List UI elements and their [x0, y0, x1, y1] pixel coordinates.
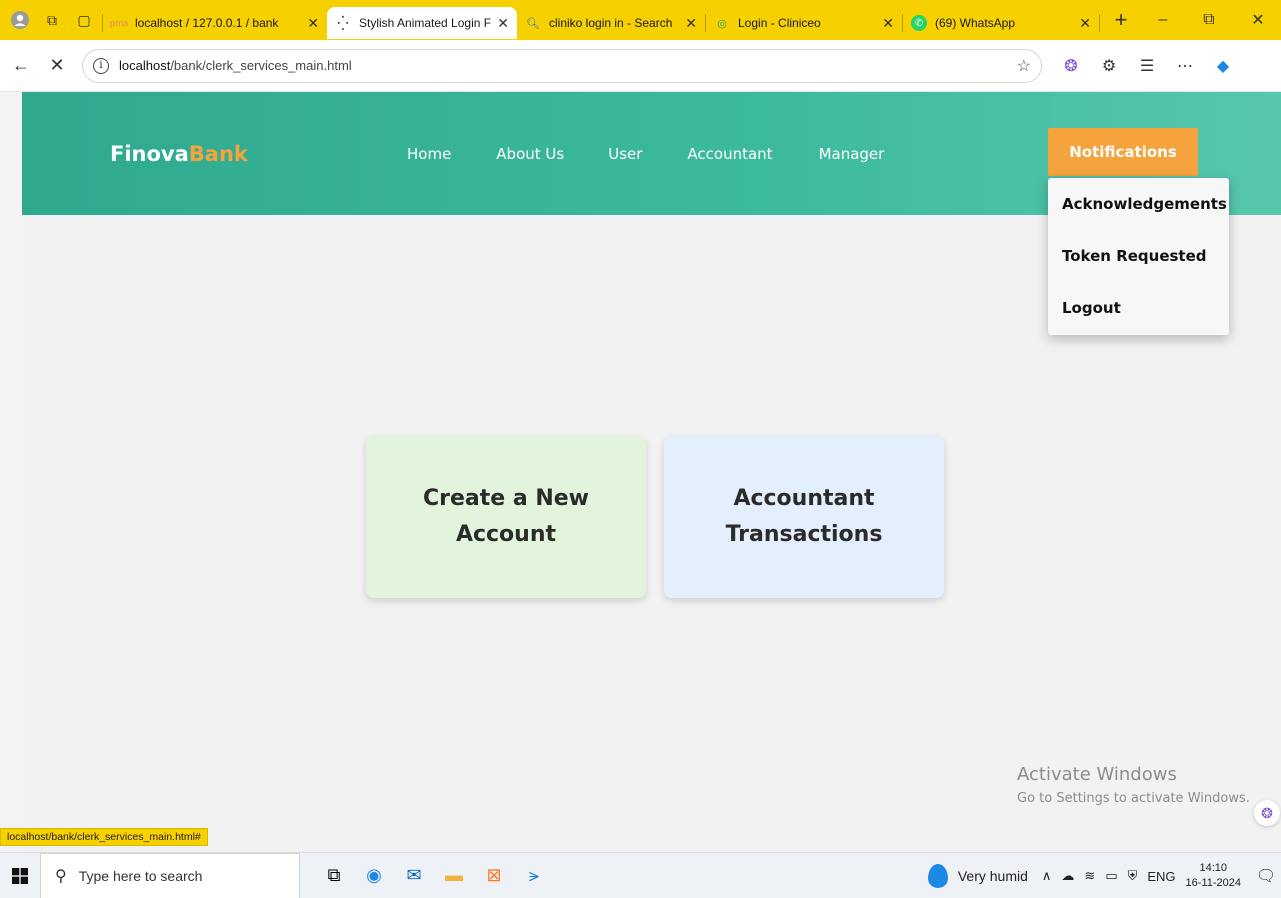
copilot-sidebar-icon[interactable]: ❂ — [1254, 800, 1280, 826]
security-icon[interactable]: ⛨ — [1128, 868, 1138, 884]
workspaces-icon[interactable]: ⧉ — [42, 10, 62, 30]
notifications-dropdown: Acknowledgements Token Requested Logout — [1048, 178, 1229, 335]
copilot-icon[interactable]: ◆ — [1208, 51, 1238, 81]
tab-actions-icon[interactable]: ▢ — [74, 10, 94, 30]
main-nav: Home About Us User Accountant Manager — [407, 145, 917, 163]
display-icon[interactable]: ▭ — [1105, 868, 1117, 884]
activate-windows-watermark: Activate Windows Go to Settings to activ… — [1017, 764, 1250, 806]
tab-phpmyadmin[interactable]: pma localhost / 127.0.0.1 / bank ✕ — [103, 7, 327, 39]
search-placeholder: Type here to search — [78, 867, 203, 884]
site-info-icon[interactable]: i — [93, 57, 109, 74]
nav-accountant[interactable]: Accountant — [687, 145, 772, 163]
clock-date: 16-11-2024 — [1185, 877, 1241, 889]
phpmyadmin-icon: pma — [109, 18, 129, 28]
xampp-icon[interactable]: ⊠ — [474, 853, 514, 898]
notification-center-icon[interactable]: 🗨︎ — [1251, 866, 1281, 886]
menu-item-logout[interactable]: Logout — [1048, 282, 1229, 334]
profile-icon[interactable] — [10, 10, 30, 30]
clock-time: 14:10 — [1199, 862, 1228, 874]
whatsapp-icon: ✆ — [911, 15, 927, 31]
accountant-transactions-label: Accountant Transactions — [725, 486, 883, 547]
minimize-button[interactable]: – — [1140, 0, 1186, 40]
back-button[interactable]: ← — [6, 51, 36, 81]
file-explorer-icon[interactable]: ▬ — [434, 853, 474, 898]
search-icon: 🔍︎ — [526, 17, 540, 30]
close-tab-icon[interactable]: ✕ — [307, 15, 319, 32]
mail-icon[interactable]: ✉ — [394, 853, 434, 898]
url-path: /bank/clerk_services_main.html — [170, 58, 352, 73]
loading-icon: ⁛ — [337, 14, 349, 31]
close-tab-icon[interactable]: ✕ — [1079, 15, 1091, 32]
search-icon: ⚲ — [55, 867, 67, 885]
close-tab-icon[interactable]: ✕ — [685, 15, 697, 32]
favorite-star-icon[interactable]: ☆ — [1017, 56, 1031, 76]
tab-cliniceo[interactable]: ◎ Login - Cliniceo ✕ — [706, 7, 902, 39]
stop-loading-button[interactable]: ✕ — [42, 51, 72, 81]
url-host: localhost — [119, 58, 171, 73]
system-tray: Very humid ∧ ☁︎ ≋ ▭ ⛨ ENG 14:10 16-11-20… — [927, 853, 1281, 898]
windows-start-icon[interactable] — [0, 853, 40, 898]
restore-button[interactable]: ⧉ — [1186, 0, 1232, 40]
tab-stylish-login[interactable]: ⁛ Stylish Animated Login For ✕ — [327, 7, 517, 39]
web-page: FinovaBank Home About Us User Accountant… — [22, 92, 1281, 852]
clock[interactable]: 14:10 16-11-2024 — [1186, 861, 1241, 891]
browser-tab-bar: ⧉ ▢ pma localhost / 127.0.0.1 / bank ✕ ⁛… — [0, 0, 1281, 40]
menu-item-acknowledgements[interactable]: Acknowledgements — [1048, 178, 1229, 230]
watermark-title: Activate Windows — [1017, 764, 1177, 785]
more-menu-icon[interactable]: ⋯ — [1170, 51, 1200, 81]
edge-browser-icon[interactable]: ◉ — [354, 853, 394, 898]
tab-title: localhost / 127.0.0.1 / bank — [135, 16, 279, 30]
cliniceo-icon: ◎ — [717, 17, 727, 30]
watermark-subtitle: Go to Settings to activate Windows. — [1017, 791, 1250, 806]
chevron-up-icon[interactable]: ∧ — [1042, 868, 1052, 884]
weather-widget[interactable]: Very humid — [927, 864, 1028, 888]
language-indicator[interactable]: ENG — [1147, 869, 1175, 884]
extensions-icon[interactable]: ⚙︎ — [1094, 51, 1124, 81]
task-view-icon[interactable]: ⧉ — [314, 853, 354, 898]
address-bar[interactable]: i localhost/bank/clerk_services_main.htm… — [82, 48, 1042, 83]
tab-whatsapp[interactable]: ✆ (69) WhatsApp ✕ — [903, 7, 1099, 39]
wifi-icon[interactable]: ≋ — [1084, 868, 1095, 884]
tab-divider — [1099, 14, 1100, 32]
close-window-button[interactable]: ✕ — [1235, 0, 1281, 40]
network-icon[interactable]: ☁︎ — [1061, 868, 1074, 884]
windows-taskbar: ⚲ Type here to search ⧉ ◉ ✉ ▬ ⊠ ⪫ Very h… — [0, 852, 1281, 898]
copilot-extension-icon[interactable]: ❂ — [1056, 51, 1086, 81]
create-account-label: Create a New Account — [422, 486, 590, 547]
close-tab-icon[interactable]: ✕ — [882, 15, 894, 32]
tab-title: cliniko login in - Search — [549, 16, 673, 30]
menu-item-token-requested[interactable]: Token Requested — [1048, 230, 1229, 282]
notifications-button[interactable]: Notifications — [1048, 128, 1198, 176]
nav-home[interactable]: Home — [407, 145, 451, 163]
accountant-transactions-card[interactable]: Accountant Transactions — [664, 436, 944, 598]
nav-manager[interactable]: Manager — [819, 145, 885, 163]
tab-title: Stylish Animated Login For — [359, 16, 492, 30]
create-account-card[interactable]: Create a New Account — [366, 436, 646, 598]
link-status-url: localhost/bank/clerk_services_main.html# — [0, 828, 208, 846]
address-bar-row: ← ✕ i localhost/bank/clerk_services_main… — [0, 40, 1281, 92]
close-tab-icon[interactable]: ✕ — [497, 15, 509, 32]
tab-title: (69) WhatsApp — [935, 16, 1016, 30]
brand-main-text: Finova — [110, 142, 189, 166]
humidity-drop-icon — [927, 864, 948, 888]
vscode-icon[interactable]: ⪫ — [514, 853, 554, 898]
new-tab-button[interactable]: + — [1104, 5, 1138, 35]
nav-about-us[interactable]: About Us — [496, 145, 564, 163]
nav-user[interactable]: User — [608, 145, 642, 163]
weather-text: Very humid — [957, 868, 1028, 884]
tab-cliniko-search[interactable]: 🔍︎ cliniko login in - Search ✕ — [517, 7, 705, 39]
favorites-icon[interactable]: ☰ — [1132, 51, 1162, 81]
brand-accent-text: Bank — [188, 142, 248, 166]
tab-title: Login - Cliniceo — [738, 16, 821, 30]
brand-logo[interactable]: FinovaBank — [110, 142, 248, 166]
taskbar-search-input[interactable]: ⚲ Type here to search — [40, 852, 300, 898]
